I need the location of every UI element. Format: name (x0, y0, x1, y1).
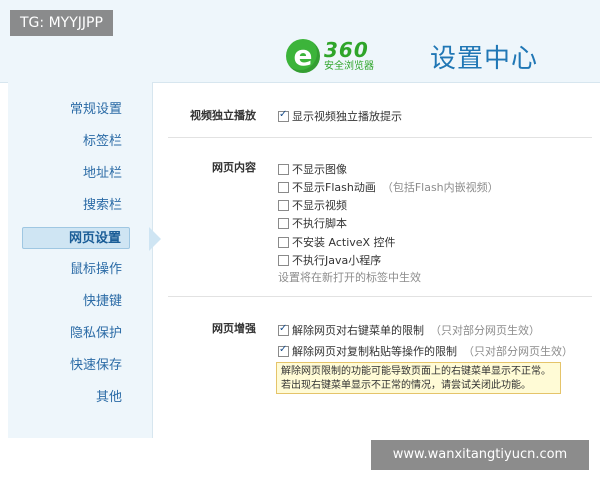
option-label: 不显示图像 (292, 163, 347, 176)
option-label: 显示视频独立播放提示 (292, 110, 402, 123)
checkbox-no-flash[interactable] (278, 181, 289, 193)
section-label-video: 视频独立播放 (190, 109, 256, 122)
sidebar-item-tabbar[interactable]: 标签栏 (22, 131, 130, 153)
sidebar-item-mouse[interactable]: 鼠标操作 (22, 259, 130, 281)
content-option-row[interactable]: 不显示视频 (278, 197, 347, 213)
checkbox-video-prompt[interactable] (278, 109, 289, 122)
checkbox-no-video[interactable] (278, 199, 289, 211)
divider (168, 137, 592, 138)
active-item-arrow-icon (149, 227, 161, 251)
option-hint: （只对部分网页生效） (463, 345, 573, 358)
option-hint: （包括Flash内嵌视频） (381, 181, 499, 194)
option-label: 不执行脚本 (292, 217, 347, 230)
option-label: 不显示视频 (292, 199, 347, 212)
sidebar-item-other[interactable]: 其他 (22, 387, 130, 409)
logo-number: 360 (324, 38, 369, 62)
checkbox-no-activex[interactable] (278, 236, 289, 248)
checkbox-unlock-copy-paste[interactable] (278, 344, 289, 357)
watermark-top-left: TG: MYYJJPP (10, 10, 113, 36)
divider (168, 296, 592, 297)
sidebar-item-searchbar[interactable]: 搜索栏 (22, 195, 130, 217)
checkbox-unlock-context-menu[interactable] (278, 323, 289, 336)
content-note: 设置将在新打开的标签中生效 (278, 271, 421, 284)
enhance-option-row[interactable]: 解除网页对复制粘贴等操作的限制 （只对部分网页生效） (278, 343, 573, 359)
content-option-row[interactable]: 不执行Java小程序 (278, 252, 381, 268)
option-label: 不执行Java小程序 (292, 254, 382, 267)
browser-logo: e 360 安全浏览器 (286, 36, 374, 76)
option-label: 不安装 ActiveX 控件 (292, 236, 396, 249)
sidebar: 常规设置 标签栏 地址栏 搜索栏 网页设置 鼠标操作 快捷键 隐私保护 快速保存… (8, 82, 153, 438)
video-option-row[interactable]: 显示视频独立播放提示 (278, 108, 402, 124)
content-option-row[interactable]: 不执行脚本 (278, 215, 347, 231)
e-logo-icon: e (286, 39, 320, 73)
watermark-bottom-right: www.wanxitangtiyucn.com (371, 440, 589, 470)
enhance-option-row[interactable]: 解除网页对右键菜单的限制 （只对部分网页生效） (278, 322, 540, 338)
warning-box: 解除网页限制的功能可能导致页面上的右键菜单显示不正常。 若出现右键菜单显示不正常… (276, 362, 561, 394)
section-label-enhance: 网页增强 (212, 322, 256, 335)
option-hint: （只对部分网页生效） (430, 324, 540, 337)
sidebar-item-shortcuts[interactable]: 快捷键 (22, 291, 130, 313)
sidebar-item-privacy[interactable]: 隐私保护 (22, 323, 130, 345)
sidebar-item-addressbar[interactable]: 地址栏 (22, 163, 130, 185)
sidebar-item-quicksave[interactable]: 快速保存 (22, 355, 130, 377)
content-option-row[interactable]: 不安装 ActiveX 控件 (278, 234, 396, 250)
logo-name: 安全浏览器 (324, 61, 374, 72)
checkbox-no-scripts[interactable] (278, 217, 289, 229)
warning-line: 若出现右键菜单显示不正常的情况，请尝试关闭此功能。 (281, 380, 531, 391)
sidebar-item-webpage-settings[interactable]: 网页设置 (22, 227, 130, 249)
option-label: 解除网页对右键菜单的限制 (292, 324, 424, 337)
warning-line: 解除网页限制的功能可能导致页面上的右键菜单显示不正常。 (281, 366, 551, 377)
content-option-row[interactable]: 不显示Flash动画 （包括Flash内嵌视频） (278, 179, 499, 195)
page-title: 设置中心 (430, 44, 539, 74)
content-option-row[interactable]: 不显示图像 (278, 161, 347, 177)
checkbox-no-images[interactable] (278, 163, 289, 175)
option-label: 不显示Flash动画 (292, 181, 376, 194)
section-label-content: 网页内容 (212, 161, 256, 174)
checkbox-no-java[interactable] (278, 254, 289, 266)
sidebar-item-general[interactable]: 常规设置 (22, 99, 130, 121)
option-label: 解除网页对复制粘贴等操作的限制 (292, 345, 457, 358)
